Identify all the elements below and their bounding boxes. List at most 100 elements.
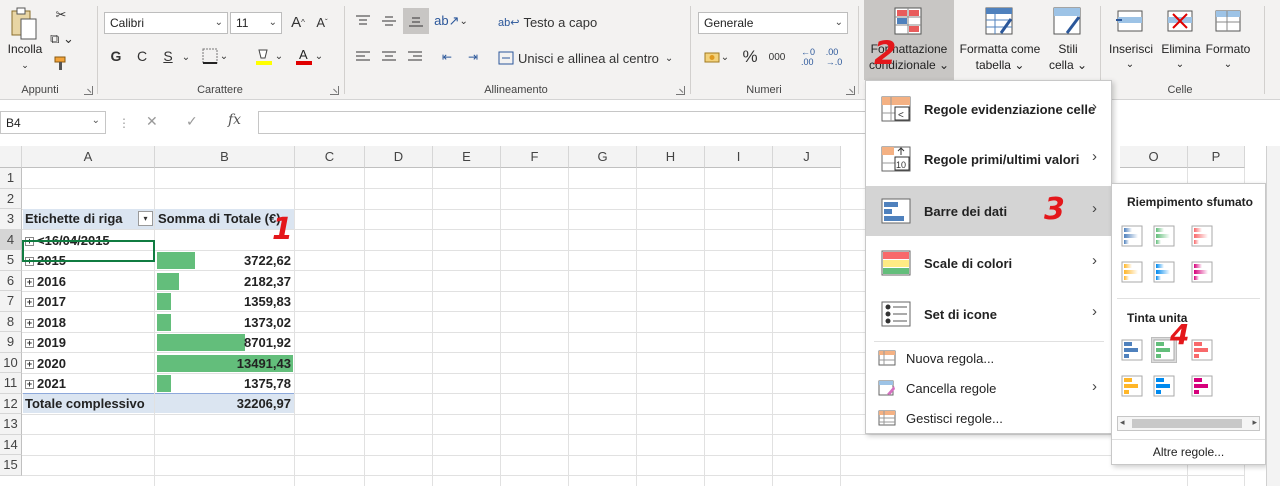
- scroll-right-icon[interactable]: ▸: [1252, 417, 1257, 428]
- column-header-d[interactable]: D: [365, 146, 433, 168]
- increase-decimal-icon[interactable]: ←0.00: [796, 44, 820, 70]
- filter-dropdown-icon[interactable]: ▾: [138, 211, 153, 226]
- format-painter-icon[interactable]: [52, 54, 70, 72]
- more-rules-button[interactable]: Altre regole...: [1112, 439, 1265, 463]
- expand-icon[interactable]: +: [25, 359, 34, 369]
- expand-icon[interactable]: +: [25, 318, 34, 328]
- pivot-row-value[interactable]: 13491,43: [155, 354, 294, 374]
- row-header-2[interactable]: 2: [0, 188, 22, 209]
- pivot-row-value[interactable]: 2182,37: [155, 272, 294, 292]
- pivot-row-label[interactable]: +2018: [23, 313, 154, 333]
- menu-item-icon-sets[interactable]: Set di icone ›: [866, 289, 1111, 339]
- row-header-14[interactable]: 14: [0, 434, 22, 455]
- increase-indent-icon[interactable]: ⇥: [462, 46, 484, 68]
- gradient-data-bar-swatch[interactable]: [1120, 224, 1144, 248]
- wrap-text-button[interactable]: ab↩ Testo a capo: [498, 10, 598, 34]
- row-header-15[interactable]: 15: [0, 455, 22, 476]
- menu-item-data-bars[interactable]: Barre dei dati ›: [866, 186, 1111, 236]
- pivot-row-value[interactable]: 1359,83: [155, 292, 294, 312]
- thousands-button[interactable]: 000: [764, 46, 790, 68]
- font-name-combo[interactable]: Calibri ⌄: [104, 12, 228, 34]
- merge-center-button[interactable]: Unisci e allinea al centro ⌄: [498, 46, 683, 70]
- solid-data-bar-swatch[interactable]: [1190, 374, 1214, 398]
- expand-icon[interactable]: +: [25, 380, 34, 390]
- gradient-data-bar-swatch[interactable]: [1120, 260, 1144, 284]
- column-header-g[interactable]: G: [569, 146, 637, 168]
- column-header-b[interactable]: B: [155, 146, 295, 168]
- underline-button[interactable]: S: [158, 46, 178, 66]
- format-as-table-icon[interactable]: [984, 6, 1014, 36]
- pivot-row-labels-header[interactable]: Etichette di riga: [23, 209, 154, 229]
- expand-icon[interactable]: +: [25, 298, 34, 308]
- gradient-data-bar-swatch[interactable]: [1190, 260, 1214, 284]
- row-header-7[interactable]: 7: [0, 291, 22, 312]
- solid-data-bar-swatch[interactable]: [1190, 338, 1214, 362]
- scroll-thumb[interactable]: [1132, 419, 1242, 428]
- accounting-format-icon[interactable]: ⌄: [700, 46, 732, 68]
- pivot-row-value[interactable]: 1375,78: [155, 374, 294, 394]
- column-header-a[interactable]: A: [22, 146, 155, 168]
- column-header-h[interactable]: H: [637, 146, 705, 168]
- cell-styles-icon[interactable]: [1052, 6, 1082, 36]
- insert-cells-icon[interactable]: [1114, 6, 1146, 36]
- gradient-data-bar-swatch[interactable]: [1152, 260, 1176, 284]
- pivot-row-label[interactable]: +2020: [23, 354, 154, 374]
- formula-input[interactable]: [258, 111, 868, 134]
- pivot-row-value[interactable]: 8701,92: [155, 333, 294, 353]
- align-middle-icon[interactable]: [378, 10, 400, 32]
- row-header-5[interactable]: 5: [0, 250, 22, 271]
- align-top-icon[interactable]: [352, 10, 374, 32]
- gradient-data-bar-swatch[interactable]: [1190, 224, 1214, 248]
- gradient-data-bar-swatch[interactable]: [1152, 224, 1176, 248]
- scroll-left-icon[interactable]: ◂: [1120, 417, 1125, 428]
- column-header-f[interactable]: F: [501, 146, 569, 168]
- grand-total-value[interactable]: 32206,97: [155, 393, 294, 413]
- expand-icon[interactable]: +: [25, 339, 34, 349]
- column-header-c[interactable]: C: [295, 146, 365, 168]
- number-format-combo[interactable]: Generale ⌄: [698, 12, 848, 34]
- submenu-scrollbar[interactable]: ◂ ▸: [1117, 416, 1260, 431]
- align-left-icon[interactable]: [352, 46, 374, 68]
- alignment-launcher-icon[interactable]: [676, 86, 685, 95]
- decrease-decimal-icon[interactable]: .00 →.0: [822, 44, 846, 70]
- name-box[interactable]: B4 ⌄: [0, 111, 106, 134]
- grand-total-label[interactable]: Totale complessivo: [23, 393, 154, 413]
- copy-icon[interactable]: ⧉ ⌄: [50, 30, 74, 48]
- clipboard-launcher-icon[interactable]: [84, 86, 93, 95]
- borders-icon[interactable]: ⌄: [200, 46, 230, 66]
- confirm-entry-icon[interactable]: ✓: [186, 113, 198, 130]
- row-header-6[interactable]: 6: [0, 270, 22, 291]
- align-right-icon[interactable]: [404, 46, 426, 68]
- pivot-row-label[interactable]: +2021: [23, 374, 154, 394]
- row-header-1[interactable]: 1: [0, 168, 22, 189]
- pivot-row-label[interactable]: +2019: [23, 333, 154, 353]
- row-header-12[interactable]: 12: [0, 393, 22, 414]
- decrease-indent-icon[interactable]: ⇤: [436, 46, 458, 68]
- italic-button[interactable]: C: [132, 46, 152, 66]
- row-header-10[interactable]: 10: [0, 352, 22, 373]
- cancel-entry-icon[interactable]: ✕: [146, 113, 158, 130]
- row-header-9[interactable]: 9: [0, 332, 22, 353]
- paste-chevron-icon[interactable]: ⌄: [18, 58, 32, 72]
- delete-cells-icon[interactable]: [1164, 6, 1196, 36]
- font-color-icon[interactable]: A ⌄: [294, 44, 324, 68]
- paste-button[interactable]: [6, 4, 42, 44]
- chevron-down-icon[interactable]: ⌄: [1122, 58, 1138, 72]
- pivot-row-label[interactable]: +2017: [23, 292, 154, 312]
- row-header-3[interactable]: 3: [0, 209, 22, 230]
- column-header-j[interactable]: J: [773, 146, 841, 168]
- format-cells-icon[interactable]: [1212, 6, 1244, 36]
- row-header-11[interactable]: 11: [0, 373, 22, 394]
- font-size-combo[interactable]: 11 ⌄: [230, 12, 282, 34]
- row-header-8[interactable]: 8: [0, 311, 22, 332]
- column-header-e[interactable]: E: [433, 146, 501, 168]
- menu-item-new-rule[interactable]: Nuova regola...: [866, 343, 1111, 373]
- bold-button[interactable]: G: [106, 46, 126, 66]
- solid-data-bar-swatch[interactable]: [1152, 374, 1176, 398]
- row-header-4[interactable]: 4: [0, 229, 22, 250]
- menu-item-manage-rules[interactable]: Gestisci regole...: [866, 403, 1111, 433]
- insert-function-icon[interactable]: fx: [228, 112, 241, 128]
- chevron-down-icon[interactable]: ⌄: [1220, 58, 1236, 72]
- menu-item-highlight-rules[interactable]: < Regole evidenziazione celle ›: [866, 84, 1111, 134]
- grow-font-button[interactable]: A ^: [288, 12, 308, 32]
